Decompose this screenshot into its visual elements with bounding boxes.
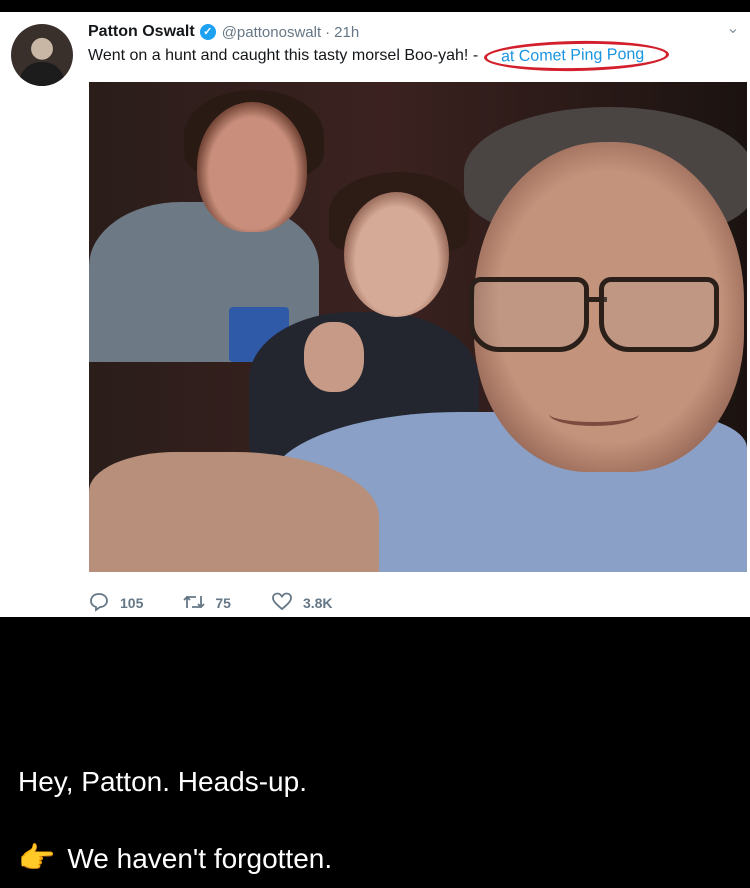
photo-glasses xyxy=(469,277,739,352)
reply-icon[interactable] xyxy=(88,592,110,614)
photo-girl-face xyxy=(344,192,449,317)
location-annotation-circle: at Comet Ping Pong xyxy=(483,39,670,73)
reply-action[interactable]: 105 xyxy=(88,592,143,614)
top-strip xyxy=(0,0,750,12)
retweet-icon[interactable] xyxy=(183,592,205,614)
tweet-header: Patton Oswalt ✓ @pattonoswalt · 21h xyxy=(88,20,359,44)
like-icon[interactable] xyxy=(271,592,293,614)
location-link[interactable]: at Comet Ping Pong xyxy=(501,46,644,65)
retweet-action[interactable]: 75 xyxy=(183,592,231,614)
avatar[interactable] xyxy=(11,24,73,86)
author-handle[interactable]: @pattonoswalt xyxy=(222,24,321,41)
tweet-photo[interactable] xyxy=(89,82,747,572)
tweet-actions: 105 75 3.8K xyxy=(88,591,373,615)
chevron-down-icon[interactable]: ⌄ xyxy=(724,20,742,38)
author-name[interactable]: Patton Oswalt xyxy=(88,23,195,41)
pointing-hand-icon: 👉 xyxy=(18,842,56,875)
photo-glasses-lens-right xyxy=(599,277,719,352)
tweet-body: Went on a hunt and caught this tasty mor… xyxy=(88,47,479,64)
photo-woman-face xyxy=(197,102,307,232)
separator: · xyxy=(325,23,331,41)
reply-count: 105 xyxy=(120,595,144,611)
tweet-time[interactable]: 21h xyxy=(334,24,359,41)
tweet-card: Patton Oswalt ✓ @pattonoswalt · 21h ⌄ We… xyxy=(0,12,750,617)
caption-line-2-row: 👉 We haven't forgotten. xyxy=(18,839,332,879)
photo-glasses-lens-left xyxy=(469,277,589,352)
photo-smile xyxy=(549,402,639,426)
tweet-text: Went on a hunt and caught this tasty mor… xyxy=(88,39,738,73)
like-count: 3.8K xyxy=(302,595,333,611)
caption-line-1: Hey, Patton. Heads-up. xyxy=(18,766,307,797)
like-action[interactable]: 3.8K xyxy=(271,592,333,614)
verified-badge-icon: ✓ xyxy=(199,24,216,40)
avatar-figure xyxy=(19,62,65,86)
photo-arm xyxy=(89,452,379,572)
retweet-count: 75 xyxy=(215,595,231,611)
caption-line-2: We haven't forgotten. xyxy=(67,843,333,874)
photo-girl-hand xyxy=(304,322,364,392)
